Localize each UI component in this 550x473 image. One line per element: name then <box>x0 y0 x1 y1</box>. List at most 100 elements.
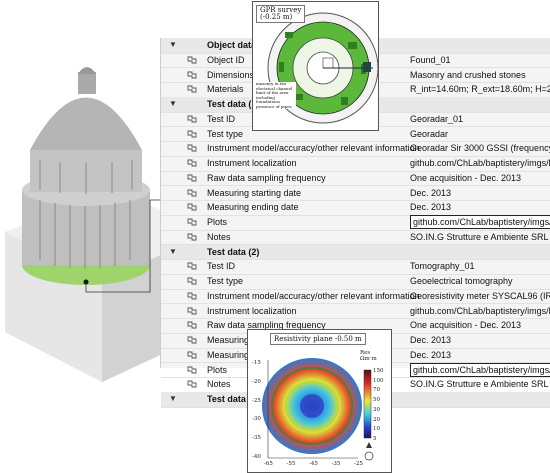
section-header-label: Test data (2) <box>207 246 260 257</box>
collapse-toggle-icon[interactable]: ▼ <box>169 394 177 403</box>
tick-label: 50 <box>373 397 380 404</box>
property-label: Materials <box>207 84 244 95</box>
property-row[interactable]: Plots github.com/ChLab/baptistery/imgs/pl… <box>161 215 550 231</box>
tick-label: -35 <box>331 461 341 467</box>
colorbar-title: Res Ωm·m <box>360 350 377 362</box>
property-label: Plots <box>207 217 228 227</box>
link-chain-icon <box>187 366 197 373</box>
property-label: Measuring starting date <box>207 187 302 198</box>
tick-label: -35 <box>252 435 261 442</box>
property-value[interactable]: Masonry and crushed stones <box>410 70 550 80</box>
link-chain-icon <box>187 115 197 123</box>
link-chain-icon <box>187 56 197 64</box>
property-label: Instrument model/accuracy/other relevant… <box>207 290 420 301</box>
link-chain-icon <box>187 277 197 285</box>
property-value[interactable]: Dec. 2013 <box>410 335 550 345</box>
tick-label: -20 <box>252 378 261 385</box>
property-label: Test ID <box>207 261 236 272</box>
property-value[interactable]: Dec. 2013 <box>410 202 550 212</box>
property-value[interactable]: One acquisition - Dec. 2013 <box>410 173 550 183</box>
property-value[interactable]: github.com/ChLab/baptistery/imgs/locali <box>410 158 550 168</box>
link-chain-icon <box>187 130 197 137</box>
collapse-toggle-icon[interactable]: ▼ <box>169 99 177 108</box>
property-value[interactable]: Georadar_01 <box>410 114 550 124</box>
link-chain-icon <box>187 307 197 314</box>
link-chain-icon <box>187 262 197 270</box>
tick-label: 70 <box>373 387 380 394</box>
link-chain-icon <box>187 380 197 388</box>
link-chain-icon <box>187 351 197 359</box>
tick-label: 20 <box>373 416 380 423</box>
tick-label: -55 <box>286 461 296 467</box>
property-value[interactable]: SO.IN.G Strutture e Ambiente SRL perforr <box>410 379 550 389</box>
property-label: Dimensions <box>207 69 255 80</box>
property-label: Plots <box>207 364 228 375</box>
tick-label: -40 <box>252 454 261 460</box>
tick-label: -45 <box>309 461 318 467</box>
gpr-title: GPR survey (-0.25 m) <box>256 5 306 23</box>
property-label: Notes <box>207 379 231 390</box>
link-chain-icon <box>187 292 197 300</box>
property-value[interactable]: Georadar <box>410 129 550 139</box>
property-label: Instrument localization <box>207 158 297 168</box>
link-chain-icon <box>187 336 197 344</box>
tick-label: 5 <box>373 436 377 442</box>
gpr-legend-item: presence of pipes <box>256 103 292 109</box>
tick-label: 10 <box>373 426 380 433</box>
link-chain-icon <box>187 71 197 78</box>
gpr-legend: masonry in the electrical channel limit … <box>256 81 296 109</box>
property-label: Notes <box>207 231 231 242</box>
tick-label: -65 <box>264 461 273 467</box>
property-label: Test ID <box>207 113 236 124</box>
property-row[interactable]: Instrument model/accuracy/other relevant… <box>161 289 550 305</box>
link-chain-icon <box>187 203 197 211</box>
link-chain-icon <box>187 218 197 226</box>
property-label: Measuring ending date <box>207 202 299 213</box>
link-chain-icon <box>187 174 197 182</box>
property-value[interactable]: Tomography_01 <box>410 261 550 271</box>
collapse-toggle-icon[interactable]: ▼ <box>169 247 177 256</box>
property-value[interactable]: github.com/ChLab/baptistery/imgs/locali <box>410 306 550 316</box>
property-value[interactable]: Georadar Sir 3000 GSSI (frequency 400MH <box>410 143 550 153</box>
tick-label: -30 <box>252 416 261 423</box>
property-row[interactable]: Test type Geoelectrical tomography <box>161 274 550 290</box>
property-label: Object ID <box>207 54 245 65</box>
property-value[interactable]: github.com/ChLab/baptistery/imgs/plots <box>410 362 550 377</box>
property-row[interactable]: Test ID Tomography_01 <box>161 259 550 275</box>
property-value[interactable]: One acquisition - Dec. 2013 <box>410 320 550 330</box>
collapse-toggle-icon[interactable]: ▼ <box>169 40 177 49</box>
property-value[interactable]: Dec. 2013 <box>410 350 550 360</box>
property-value[interactable]: Georesistivity meter SYSCAL96 (IRIS) <box>410 291 550 301</box>
gpr-survey-inset[interactable]: GPR survey (-0.25 m) masonry in the elec… <box>252 1 379 131</box>
link-chain-icon <box>187 321 197 329</box>
link-chain-icon <box>187 233 197 241</box>
property-row[interactable]: Instrument model/accuracy/other relevant… <box>161 141 550 157</box>
property-value[interactable]: github.com/ChLab/baptistery/imgs/plots <box>410 215 550 229</box>
property-label: Instrument localization <box>207 305 297 316</box>
tick-label: -25 <box>252 397 261 404</box>
property-row[interactable]: Raw data sampling frequency One acquisiti… <box>161 171 550 187</box>
property-row[interactable]: Measuring starting date Dec. 2013 <box>161 186 550 202</box>
link-chain-icon <box>187 159 197 167</box>
property-row[interactable]: Notes SO.IN.G Strutture e Ambiente SRL pe… <box>161 230 550 246</box>
resistivity-inset[interactable]: Resistivity plane -0.50 m Res Ωm·m 150 10… <box>247 329 392 473</box>
tick-label: -25 <box>354 461 363 467</box>
property-value[interactable]: R_int=14.60m; R_ext=18.60m; H=2.00m <box>410 84 550 94</box>
property-label: Test type <box>207 276 244 286</box>
gpr-legend-item: limit of the area including foundations <box>256 90 289 104</box>
section-test-data-2[interactable]: ▼ Test data (2) <box>161 244 550 261</box>
property-label: Test type <box>207 128 244 139</box>
property-label: Raw data sampling frequency <box>207 172 326 183</box>
property-value[interactable]: Dec. 2013 <box>410 188 550 198</box>
link-chain-icon <box>187 85 197 93</box>
property-value[interactable]: Geoelectrical tomography <box>410 276 550 286</box>
link-chain-icon <box>187 144 197 152</box>
property-value[interactable]: Found_01 <box>410 55 550 65</box>
property-row[interactable]: Instrument localization github.com/ChLab/… <box>161 304 550 320</box>
link-chain-icon <box>187 189 197 196</box>
property-row[interactable]: Measuring ending date Dec. 2013 <box>161 200 550 216</box>
tick-label: 150 <box>373 368 384 374</box>
tick-label: 100 <box>373 377 384 384</box>
property-value[interactable]: SO.IN.G Strutture e Ambiente SRL perforr <box>410 232 550 242</box>
property-row[interactable]: Instrument localization github.com/ChLab/… <box>161 156 550 172</box>
